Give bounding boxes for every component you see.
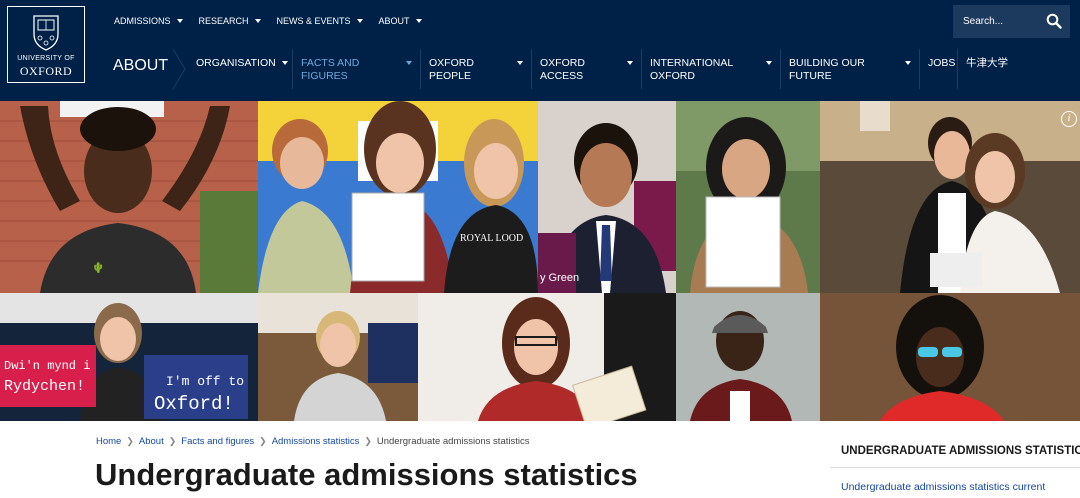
main-nav-oxford-people[interactable]: OXFORD PEOPLE xyxy=(420,49,531,89)
breadcrumb-facts-and-figures[interactable]: Facts and figures xyxy=(181,436,254,447)
breadcrumb-separator-icon: ❯ xyxy=(364,436,372,446)
divider xyxy=(830,467,1080,468)
breadcrumb-admissions-statistics[interactable]: Admissions statistics xyxy=(272,436,360,447)
photo-student-hall xyxy=(258,293,418,421)
sidebar-link-current[interactable]: Undergraduate admissions statistics curr… xyxy=(841,481,1045,493)
top-nav: ADMISSIONS RESEARCH NEWS & EVENTS ABOUT xyxy=(114,15,438,27)
main-nav-label: ORGANISATION xyxy=(196,57,276,69)
top-nav-news-events[interactable]: NEWS & EVENTS xyxy=(277,15,363,27)
caret-down-icon xyxy=(254,19,261,23)
shirt-text: ROYAL LOOD xyxy=(460,233,523,244)
photo-three-women-results: ROYAL LOOD xyxy=(258,101,538,293)
sidebar-title: UNDERGRADUATE ADMISSIONS STATISTICS xyxy=(841,445,1080,457)
caret-down-icon xyxy=(356,19,363,23)
main-nav-oxford-access[interactable]: OXFORD ACCESS xyxy=(531,49,641,89)
top-nav-research[interactable]: RESEARCH xyxy=(199,15,261,27)
photo-student-brick-wall: 🌵 xyxy=(0,101,258,293)
caret-down-icon xyxy=(517,61,523,65)
breadcrumb-separator-icon: ❯ xyxy=(259,436,267,446)
caret-down-icon xyxy=(281,61,288,65)
top-nav-label: ABOUT xyxy=(378,16,410,26)
logo-line-1: UNIVERSITY OF xyxy=(17,55,75,62)
sign-welsh-line-2: Rydychen! xyxy=(4,378,85,395)
main-content: Home ❯ About ❯ Facts and figures ❯ Admis… xyxy=(72,421,808,498)
poster-text: y Green xyxy=(540,272,579,284)
photo-student-sunglasses xyxy=(820,293,1080,421)
logo-line-2: OXFORD xyxy=(19,64,73,78)
main-nav-organisation[interactable]: ORGANISATION xyxy=(188,49,292,89)
photo-student-cap xyxy=(676,293,820,421)
caret-down-icon xyxy=(415,19,422,23)
photo-student-glasses xyxy=(418,293,676,421)
breadcrumb-about[interactable]: About xyxy=(139,436,164,447)
search-box xyxy=(953,5,1070,38)
photo-student-hijab xyxy=(676,101,820,293)
main-nav-label: JOBS xyxy=(928,57,956,69)
sidebar: UNDERGRADUATE ADMISSIONS STATISTICS Unde… xyxy=(830,421,1080,498)
page-title: Undergraduate admissions statistics xyxy=(95,457,638,492)
main-nav-label: INTERNATIONAL OXFORD xyxy=(650,57,733,82)
section-title[interactable]: ABOUT xyxy=(113,57,168,75)
main-nav-chinese[interactable]: 牛津大学 xyxy=(957,49,1017,89)
caret-down-icon xyxy=(627,61,633,65)
breadcrumb-separator-icon: ❯ xyxy=(126,436,134,446)
sign-english-line-2: Oxford! xyxy=(154,393,234,415)
main-nav-label: OXFORD PEOPLE xyxy=(429,57,474,82)
main-nav-facts-and-figures[interactable]: FACTS AND FIGURES xyxy=(292,49,420,89)
sign-welsh-line-1: Dwi'n mynd i xyxy=(4,359,90,373)
site-header: UNIVERSITY OF OXFORD ADMISSIONS RESEARCH… xyxy=(0,0,1080,101)
top-nav-label: NEWS & EVENTS xyxy=(276,16,351,26)
caret-down-icon xyxy=(406,61,412,65)
chevron-right-icon xyxy=(172,49,186,89)
photo-couple xyxy=(820,101,1080,293)
breadcrumb-home[interactable]: Home xyxy=(96,436,121,447)
main-nav-international-oxford[interactable]: INTERNATIONAL OXFORD xyxy=(641,49,780,89)
main-nav-label: BUILDING OUR FUTURE xyxy=(789,57,865,82)
main-nav-label: 牛津大学 xyxy=(966,57,1008,69)
university-logo[interactable]: UNIVERSITY OF OXFORD xyxy=(7,6,85,83)
info-icon[interactable]: i xyxy=(1061,111,1077,127)
photo-students-signs: Dwi'n mynd i Rydychen! I'm off to Oxford… xyxy=(0,293,258,421)
caret-down-icon xyxy=(905,61,911,65)
top-nav-label: RESEARCH xyxy=(198,16,249,26)
caret-down-icon xyxy=(176,19,183,23)
main-nav-label: FACTS AND FIGURES xyxy=(301,57,360,82)
main-nav: ORGANISATION FACTS AND FIGURES OXFORD PE… xyxy=(188,49,1017,89)
caret-down-icon xyxy=(766,61,772,65)
breadcrumb-current: Undergraduate admissions statistics xyxy=(376,436,530,447)
photo-student-suit: y Green xyxy=(538,101,676,293)
main-nav-jobs[interactable]: JOBS xyxy=(919,49,957,89)
crest-icon xyxy=(33,15,59,51)
top-nav-admissions[interactable]: ADMISSIONS xyxy=(114,15,183,27)
breadcrumb: Home ❯ About ❯ Facts and figures ❯ Admis… xyxy=(96,436,529,447)
main-nav-label: OXFORD ACCESS xyxy=(540,57,585,82)
search-icon[interactable] xyxy=(1046,13,1062,29)
sign-english-line-1: I'm off to xyxy=(166,374,244,389)
search-input[interactable] xyxy=(963,16,1043,27)
svg-text:🌵: 🌵 xyxy=(92,261,104,274)
breadcrumb-separator-icon: ❯ xyxy=(168,436,177,446)
hero-photo-collage: 🌵 ROYAL LOOD y Green Dwi'n mynd i Rydych… xyxy=(0,101,1080,421)
top-nav-about[interactable]: ABOUT xyxy=(379,15,422,27)
top-nav-label: ADMISSIONS xyxy=(114,16,171,26)
main-nav-building-our-future[interactable]: BUILDING OUR FUTURE xyxy=(780,49,919,89)
